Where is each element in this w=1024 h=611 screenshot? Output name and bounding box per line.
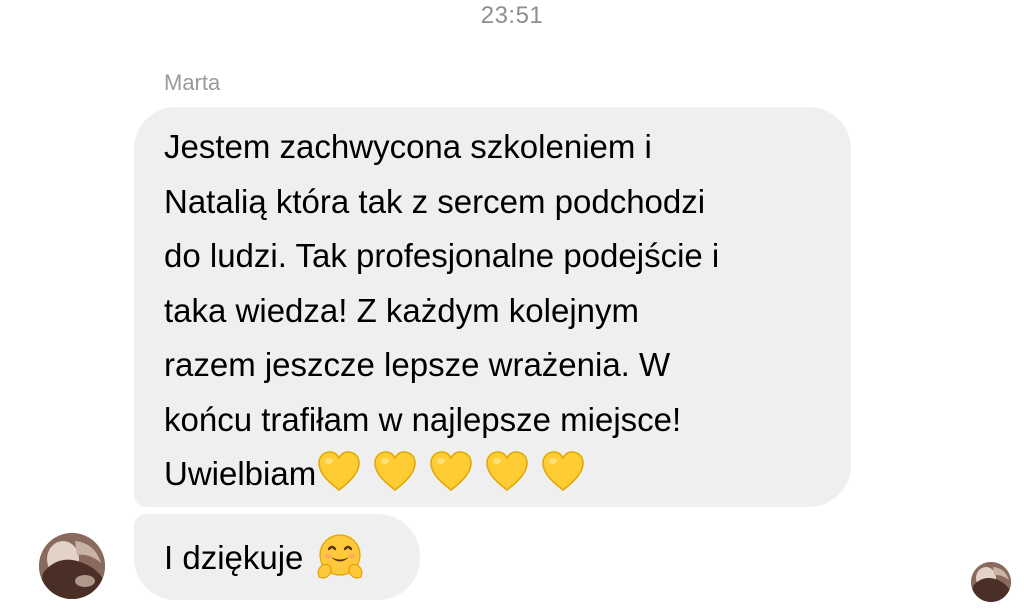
hugging-face-icon xyxy=(315,532,365,582)
yellow-heart-icon xyxy=(372,449,418,495)
message-line: razem jeszcze lepsze wrażenia. W xyxy=(164,346,671,383)
chat-screen: 23:51 Marta Jestem zachwycona szkoleniem… xyxy=(0,0,1024,611)
message-line: taka wiedza! Z każdym kolejnym xyxy=(164,291,640,329)
yellow-heart-icon xyxy=(316,449,362,495)
yellow-heart-icon xyxy=(428,449,474,495)
yellow-heart-icon xyxy=(484,449,530,495)
message-line: do ludzi. Tak profesjonalne podejście i xyxy=(164,237,720,274)
message-text: I dziękuje xyxy=(164,538,304,576)
read-receipt-avatar xyxy=(971,562,1011,602)
sender-avatar[interactable] xyxy=(39,533,105,599)
yellow-heart-icon xyxy=(540,449,586,495)
message-bubble[interactable]: Jestem zachwycona szkoleniem i Natalią k… xyxy=(134,107,851,507)
message-timestamp: 23:51 xyxy=(480,2,544,29)
message-line: końcu trafiłam w najlepsze miejsce! xyxy=(164,400,682,438)
message-line-text: Uwielbiam xyxy=(164,455,317,492)
message-line: Natalią która tak z sercem podchodzi xyxy=(164,182,706,220)
message-line-last: Uwielbiam xyxy=(164,447,821,502)
message-line: Jestem zachwycona szkoleniem i xyxy=(164,128,652,165)
sender-name: Marta xyxy=(164,70,221,95)
message-bubble-thanks[interactable]: I dziękuje xyxy=(134,514,420,600)
